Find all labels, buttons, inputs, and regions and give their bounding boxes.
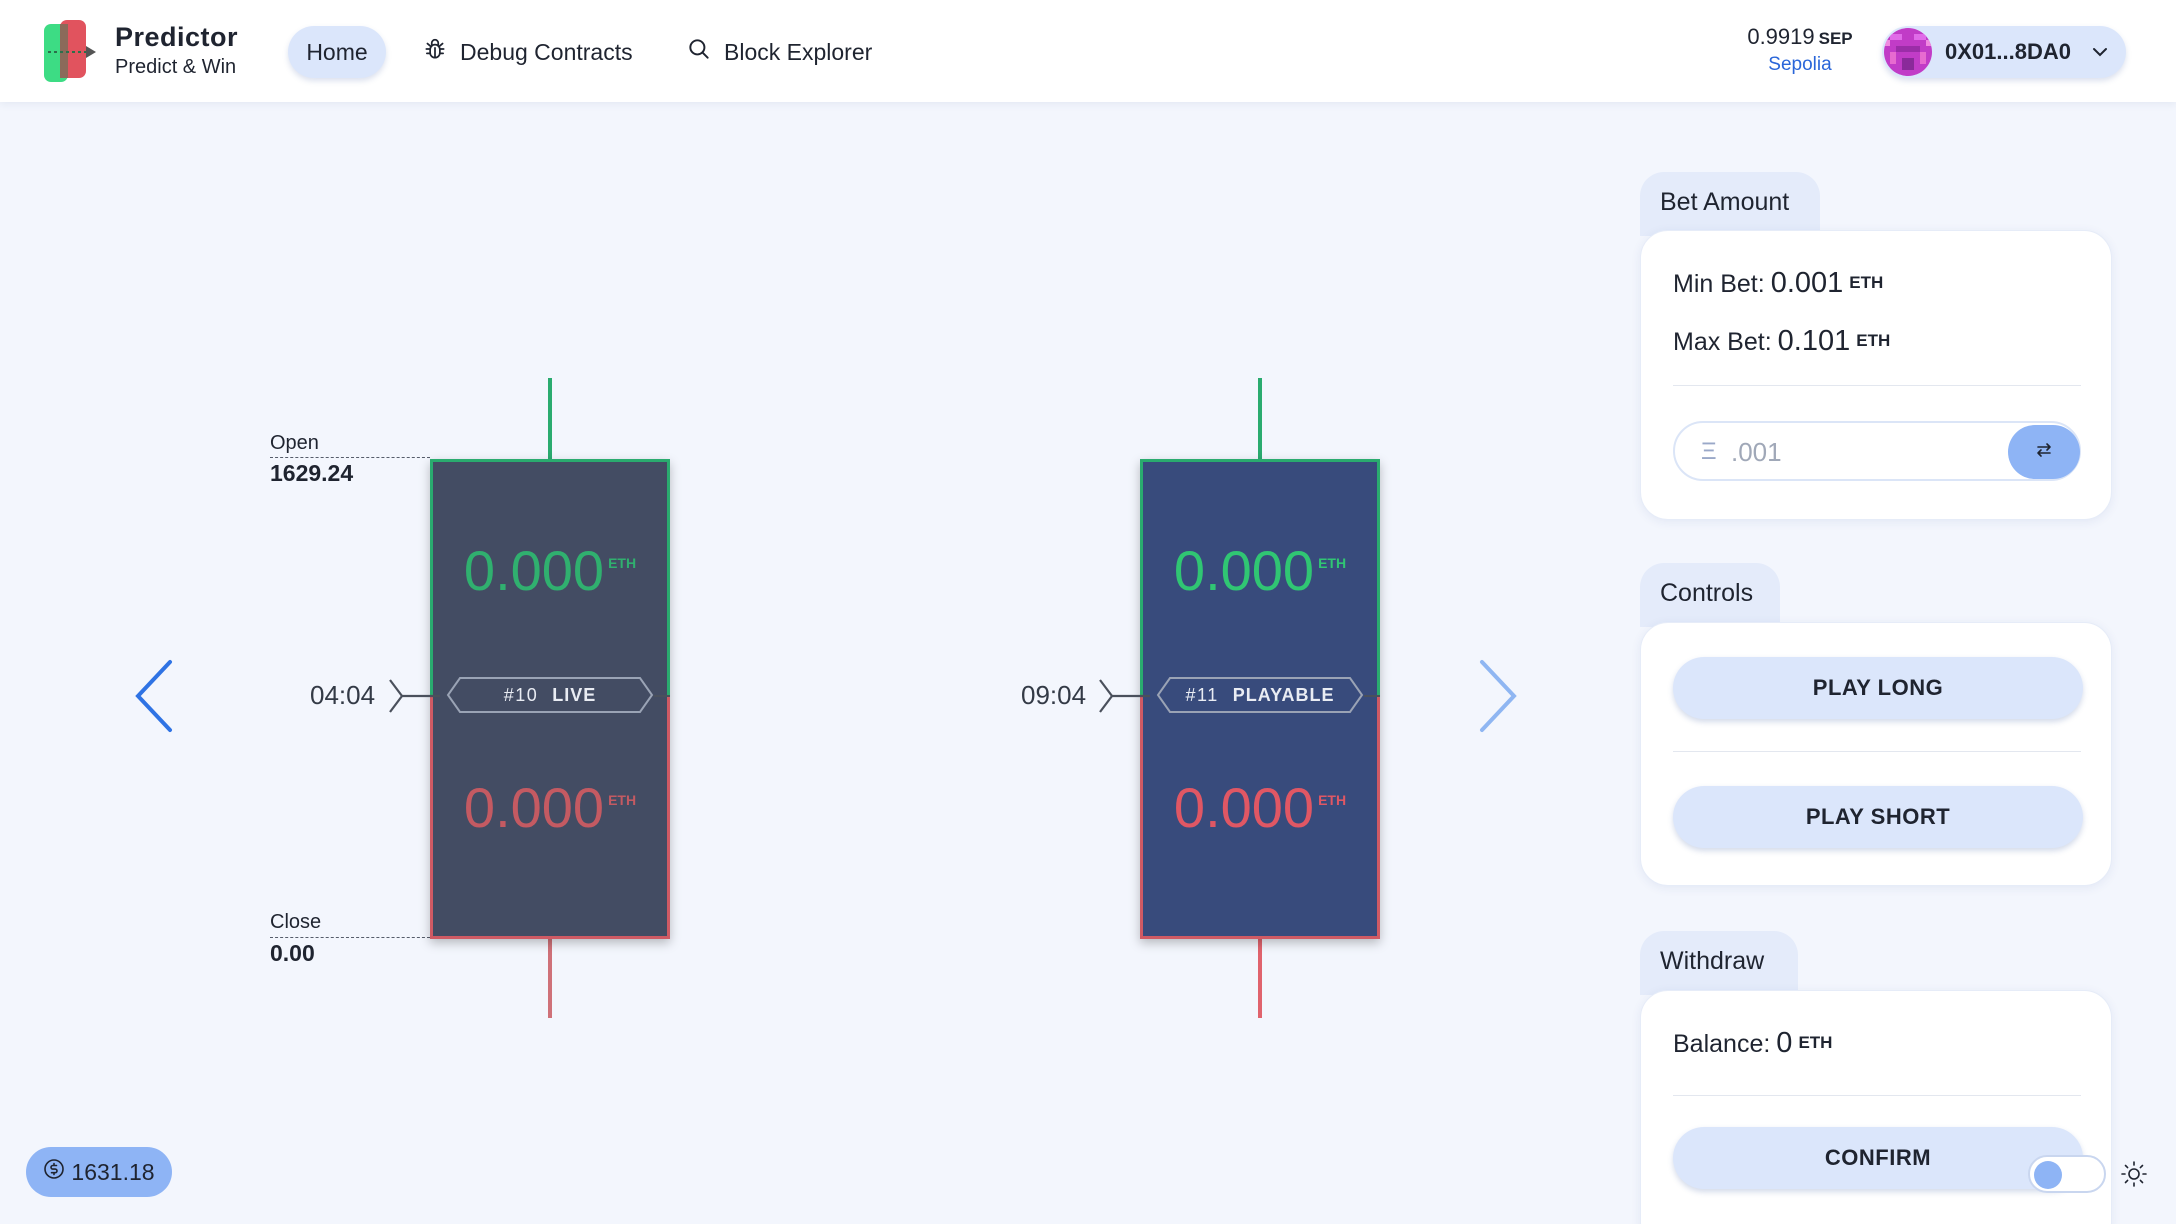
- confirm-withdraw-button[interactable]: CONFIRM: [1673, 1127, 2083, 1189]
- short-pool-amount: 0.000 ETH: [430, 775, 670, 840]
- divider: [1673, 751, 2081, 752]
- divider: [1673, 385, 2081, 386]
- avatar: [1884, 28, 1932, 76]
- long-pool-amount: 0.000 ETH: [430, 538, 670, 603]
- theme-toggle[interactable]: [2028, 1155, 2106, 1193]
- short-amount-value: 0.000: [463, 776, 605, 839]
- time-pointer-icon: [388, 678, 440, 714]
- predictor-logo[interactable]: [42, 20, 98, 84]
- long-amount-value: 0.000: [1173, 539, 1315, 602]
- balance-amount: 0.9919: [1747, 24, 1815, 49]
- brand-subtitle: Predict & Win: [115, 56, 237, 78]
- next-round-arrow-icon[interactable]: [1476, 658, 1520, 734]
- max-bet-label: Max Bet:: [1673, 328, 1772, 356]
- min-bet-label: Min Bet:: [1673, 270, 1765, 298]
- min-bet-unit: ETH: [1849, 273, 1884, 292]
- open-label: Open: [270, 432, 319, 454]
- bug-icon: [422, 36, 448, 68]
- controls-title: Controls: [1660, 579, 1754, 607]
- wallet-balance: 0.9919 SEP Sepolia: [1700, 24, 1900, 76]
- lower-wick: [548, 938, 552, 1018]
- eth-price-value: 1631.18: [71, 1158, 155, 1185]
- swap-arrows-icon: [2034, 440, 2054, 465]
- withdraw-balance-value: 0: [1776, 1027, 1793, 1059]
- round-id: #10: [503, 684, 539, 705]
- bet-amount-panel: Min Bet: 0.001 ETH Max Bet: 0.101 ETH Ξ .001: [1640, 230, 2112, 520]
- min-bet-value: 0.001: [1770, 267, 1844, 299]
- wallet-account-button[interactable]: 0X01...8DA0: [1882, 26, 2126, 78]
- time-pointer-icon: [1098, 678, 1150, 714]
- eth-price-badge[interactable]: 1631.18: [26, 1147, 172, 1197]
- controls-panel: PLAY LONG PLAY SHORT: [1640, 622, 2112, 886]
- round-time: 04:04: [310, 680, 376, 710]
- long-amount-value: 0.000: [463, 539, 605, 602]
- long-amount-unit: ETH: [608, 555, 637, 571]
- withdraw-title: Withdraw: [1660, 947, 1765, 975]
- round-time: 09:04: [1021, 680, 1087, 710]
- withdraw-balance-label: Balance:: [1673, 1030, 1771, 1058]
- nav-explorer-label: Block Explorer: [724, 38, 873, 65]
- sun-icon[interactable]: [2120, 1160, 2148, 1188]
- bet-amount-value[interactable]: .001: [1731, 437, 1782, 468]
- nav-home[interactable]: Home: [288, 26, 386, 78]
- chevron-down-icon: [2090, 42, 2110, 62]
- max-bet-unit: ETH: [1856, 331, 1891, 350]
- max-bet-value: 0.101: [1777, 325, 1851, 357]
- close-price-line: [270, 937, 430, 938]
- nav-debug-contracts[interactable]: Debug Contracts: [404, 26, 651, 78]
- bet-amount-title: Bet Amount: [1660, 188, 1790, 216]
- network-name: Sepolia: [1768, 54, 1832, 75]
- search-icon: [686, 36, 712, 68]
- open-price: 1629.24: [270, 460, 354, 486]
- short-amount-unit: ETH: [608, 792, 637, 808]
- short-amount-value: 0.000: [1173, 776, 1315, 839]
- top-navbar: Predictor Predict & Win Home Debug Contr…: [0, 0, 2176, 102]
- play-short-button[interactable]: PLAY SHORT: [1673, 786, 2083, 848]
- withdraw-balance-row: Balance: 0 ETH: [1673, 1027, 1832, 1060]
- nav-block-explorer[interactable]: Block Explorer: [668, 26, 890, 78]
- short-amount-unit: ETH: [1318, 792, 1347, 808]
- bet-amount-input[interactable]: Ξ .001: [1673, 421, 2081, 481]
- controls-tab: Controls: [1640, 563, 1780, 627]
- withdraw-tab: Withdraw: [1640, 931, 1798, 995]
- play-long-button[interactable]: PLAY LONG: [1673, 657, 2083, 719]
- toggle-knob: [2034, 1161, 2062, 1189]
- round-state: LIVE: [552, 684, 597, 705]
- long-amount-unit: ETH: [1318, 555, 1347, 571]
- nav-debug-label: Debug Contracts: [460, 38, 633, 65]
- wallet-address: 0X01...8DA0: [1945, 39, 2071, 64]
- round-state: PLAYABLE: [1232, 684, 1335, 705]
- min-bet-row: Min Bet: 0.001 ETH: [1673, 267, 1883, 300]
- close-price: 0.00: [270, 940, 315, 966]
- tag-connector-right: [654, 695, 670, 697]
- round-status-tag: #10 LIVE: [446, 676, 654, 714]
- eth-icon: Ξ: [1701, 438, 1717, 465]
- upper-wick: [1258, 378, 1262, 460]
- previous-round-arrow-icon[interactable]: [132, 658, 176, 734]
- tag-connector-right: [1364, 695, 1380, 697]
- round-id: #11: [1185, 684, 1219, 705]
- lower-wick: [1258, 938, 1262, 1018]
- nav-home-label: Home: [306, 38, 368, 65]
- balance-unit: SEP: [1818, 29, 1853, 48]
- long-pool-amount: 0.000 ETH: [1140, 538, 1380, 603]
- round-status-tag: #11 PLAYABLE: [1156, 676, 1364, 714]
- withdraw-balance-unit: ETH: [1798, 1033, 1833, 1052]
- bet-amount-tab: Bet Amount: [1640, 172, 1820, 236]
- short-pool-amount: 0.000 ETH: [1140, 775, 1380, 840]
- open-price-line: [270, 457, 430, 458]
- close-label: Close: [270, 911, 322, 933]
- dollar-icon: [43, 1158, 65, 1186]
- max-bet-row: Max Bet: 0.101 ETH: [1673, 325, 1890, 358]
- upper-wick: [548, 378, 552, 460]
- divider: [1673, 1095, 2081, 1096]
- swap-currency-button[interactable]: [2008, 425, 2080, 479]
- brand-title[interactable]: Predictor: [115, 22, 238, 53]
